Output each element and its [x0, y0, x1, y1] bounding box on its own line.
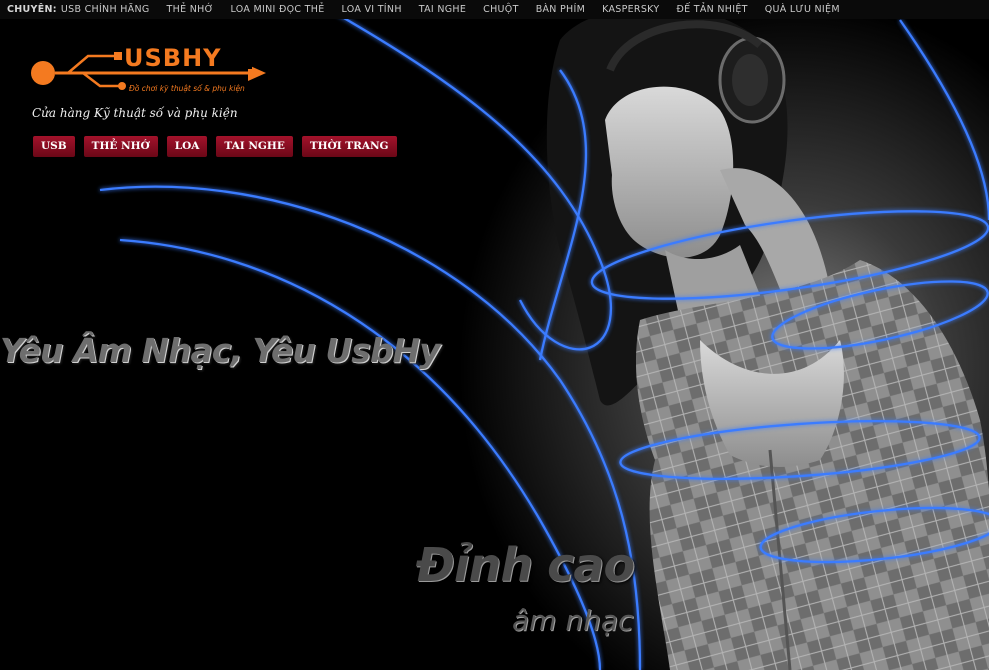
topbar-link-usb[interactable]: USB CHÍNH HÃNG — [61, 4, 150, 15]
top-category-bar: CHUYÊN: USB CHÍNH HÃNG THẺ NHỚ LOA MINI … — [0, 0, 989, 19]
topbar-link-souvenir[interactable]: QUÀ LƯU NIỆM — [765, 4, 840, 15]
logo-subtitle: Đồ chơi kỹ thuật số & phụ kiện — [129, 84, 245, 93]
topbar-link-keyboard[interactable]: BÀN PHÍM — [536, 4, 585, 15]
topbar-link-mini-speaker[interactable]: LOA MINI ĐỌC THẺ — [231, 4, 325, 15]
banner-text-peak: Đỉnh cao — [416, 538, 635, 592]
topbar-link-cooling-pad[interactable]: ĐẾ TẢN NHIỆT — [676, 4, 747, 15]
category-button-usb[interactable]: USB — [33, 136, 75, 157]
topbar-link-mouse[interactable]: CHUỘT — [483, 4, 519, 15]
category-button-headphones[interactable]: TAI NGHE — [216, 136, 293, 157]
usbhy-logo[interactable]: USBHY Đồ chơi kỹ thuật số & phụ kiện — [28, 42, 272, 100]
category-button-memory-card[interactable]: THẺ NHỚ — [83, 136, 158, 157]
category-button-fashion[interactable]: THỜI TRANG — [301, 136, 397, 157]
topbar-link-memory-card[interactable]: THẺ NHỚ — [167, 4, 214, 15]
hero-slogan: Yêu Âm Nhạc, Yêu UsbHy — [0, 331, 441, 370]
topbar-link-pc-speaker[interactable]: LOA VI TÍNH — [342, 4, 402, 15]
topbar-link-headphones[interactable]: TAI NGHE — [419, 4, 466, 15]
category-nav: USB THẺ NHỚ LOA TAI NGHE THỜI TRANG — [33, 136, 406, 157]
store-tagline: Cửa hàng Kỹ thuật số và phụ kiện — [32, 106, 238, 120]
logo-text: USBHY — [124, 44, 222, 72]
topbar-prefix: CHUYÊN: — [7, 4, 57, 15]
category-button-speaker[interactable]: LOA — [166, 136, 208, 157]
logo-usb-circle-icon — [31, 61, 55, 85]
topbar-link-kaspersky[interactable]: KASPERSKY — [602, 4, 659, 15]
banner-text-music: âm nhạc — [512, 604, 634, 637]
